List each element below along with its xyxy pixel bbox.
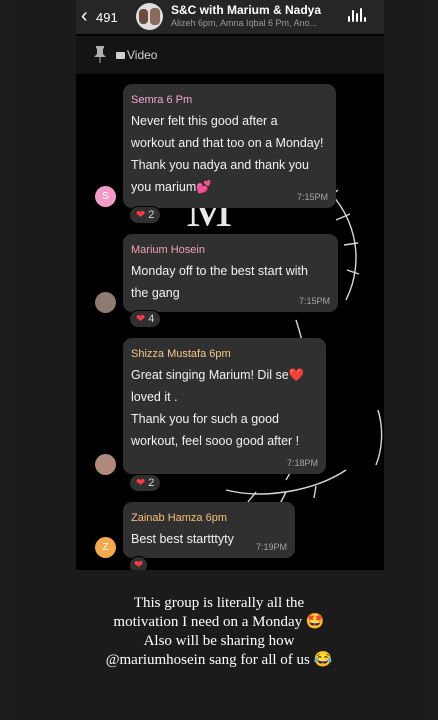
caption-line: motivation I need on a Monday 🤩 xyxy=(113,614,325,630)
caption-line: Also will be sharing how xyxy=(143,633,295,649)
heart-icon: ❤ xyxy=(134,559,144,570)
audio-call-icon[interactable] xyxy=(348,8,366,24)
message-time: 7:18PM xyxy=(286,458,318,468)
group-title[interactable]: S&C with Marium & Nadya xyxy=(171,3,321,17)
group-avatar[interactable] xyxy=(136,3,163,30)
message-bubble[interactable]: Zainab Hamza 6pm Best best startttyty 7:… xyxy=(123,502,295,558)
sender-avatar[interactable]: S xyxy=(95,186,116,207)
sender-avatar[interactable]: Z xyxy=(95,537,116,558)
message-bubble[interactable]: Marium Hosein Monday off to the best sta… xyxy=(123,234,338,312)
sender-name: Marium Hosein xyxy=(131,244,205,256)
chat-header: ‹ 491 S&C with Marium & Nadya Alizeh 6pm… xyxy=(76,0,384,34)
message-line: Great singing Marium! Dil se❤️ xyxy=(131,368,305,382)
reaction-badge[interactable]: ❤ xyxy=(129,556,149,570)
message-line: Thank you for such a good xyxy=(131,412,280,426)
sender-avatar[interactable] xyxy=(95,454,116,475)
message-line: Monday off to the best start with xyxy=(131,264,308,278)
message-time: 7:15PM xyxy=(298,296,330,306)
reaction-count: 2 xyxy=(148,477,155,489)
message-bubble[interactable]: Shizza Mustafa 6pm Great singing Marium!… xyxy=(123,338,326,474)
reaction-count: 4 xyxy=(148,313,155,325)
sender-name: Semra 6 Pm xyxy=(131,94,193,106)
sender-name: Shizza Mustafa 6pm xyxy=(131,348,231,360)
sender-avatar[interactable] xyxy=(95,292,116,313)
message-line: Thank you nadya and thank you xyxy=(131,158,309,172)
video-camera-icon xyxy=(116,52,125,60)
pin-icon[interactable] xyxy=(93,45,107,63)
message-line: workout, feel sooo good after ! xyxy=(131,434,300,448)
message-time: 7:15PM xyxy=(296,192,328,202)
video-button[interactable]: Video xyxy=(116,48,157,62)
video-label: Video xyxy=(127,48,158,62)
message-line: Never felt this good after a xyxy=(131,114,278,128)
story-caption: This group is literally all the motivati… xyxy=(14,594,424,670)
reaction-badge[interactable]: ❤ 2 xyxy=(129,206,162,224)
caption-line: @mariumhosein sang for all of us 😂 xyxy=(105,652,333,668)
message-time: 7:19PM xyxy=(255,542,287,552)
pinned-bar: Video xyxy=(76,36,384,74)
reaction-badge[interactable]: ❤ 2 xyxy=(129,474,162,492)
message-line: workout and that too on a Monday! xyxy=(131,136,324,150)
back-arrow-icon[interactable]: ‹ xyxy=(81,6,88,26)
group-members: Alizeh 6pm, Amna Iqbal 6 Pm, Ano... xyxy=(171,18,318,28)
caption-line: This group is literally all the xyxy=(133,595,305,611)
chat-screenshot: ‹ 491 S&C with Marium & Nadya Alizeh 6pm… xyxy=(76,0,384,570)
story-frame: ‹ 491 S&C with Marium & Nadya Alizeh 6pm… xyxy=(14,0,424,720)
message-bubble[interactable]: Semra 6 Pm Never felt this good after a … xyxy=(123,84,336,208)
message-line: loved it . xyxy=(131,390,178,404)
heart-icon: ❤ xyxy=(136,313,146,325)
heart-icon: ❤ xyxy=(136,477,146,489)
heart-icon: ❤ xyxy=(136,209,146,221)
reaction-badge[interactable]: ❤ 4 xyxy=(129,310,162,328)
sender-name: Zainab Hamza 6pm xyxy=(131,512,227,524)
reaction-count: 2 xyxy=(148,209,155,221)
unread-count[interactable]: 491 xyxy=(96,10,118,25)
